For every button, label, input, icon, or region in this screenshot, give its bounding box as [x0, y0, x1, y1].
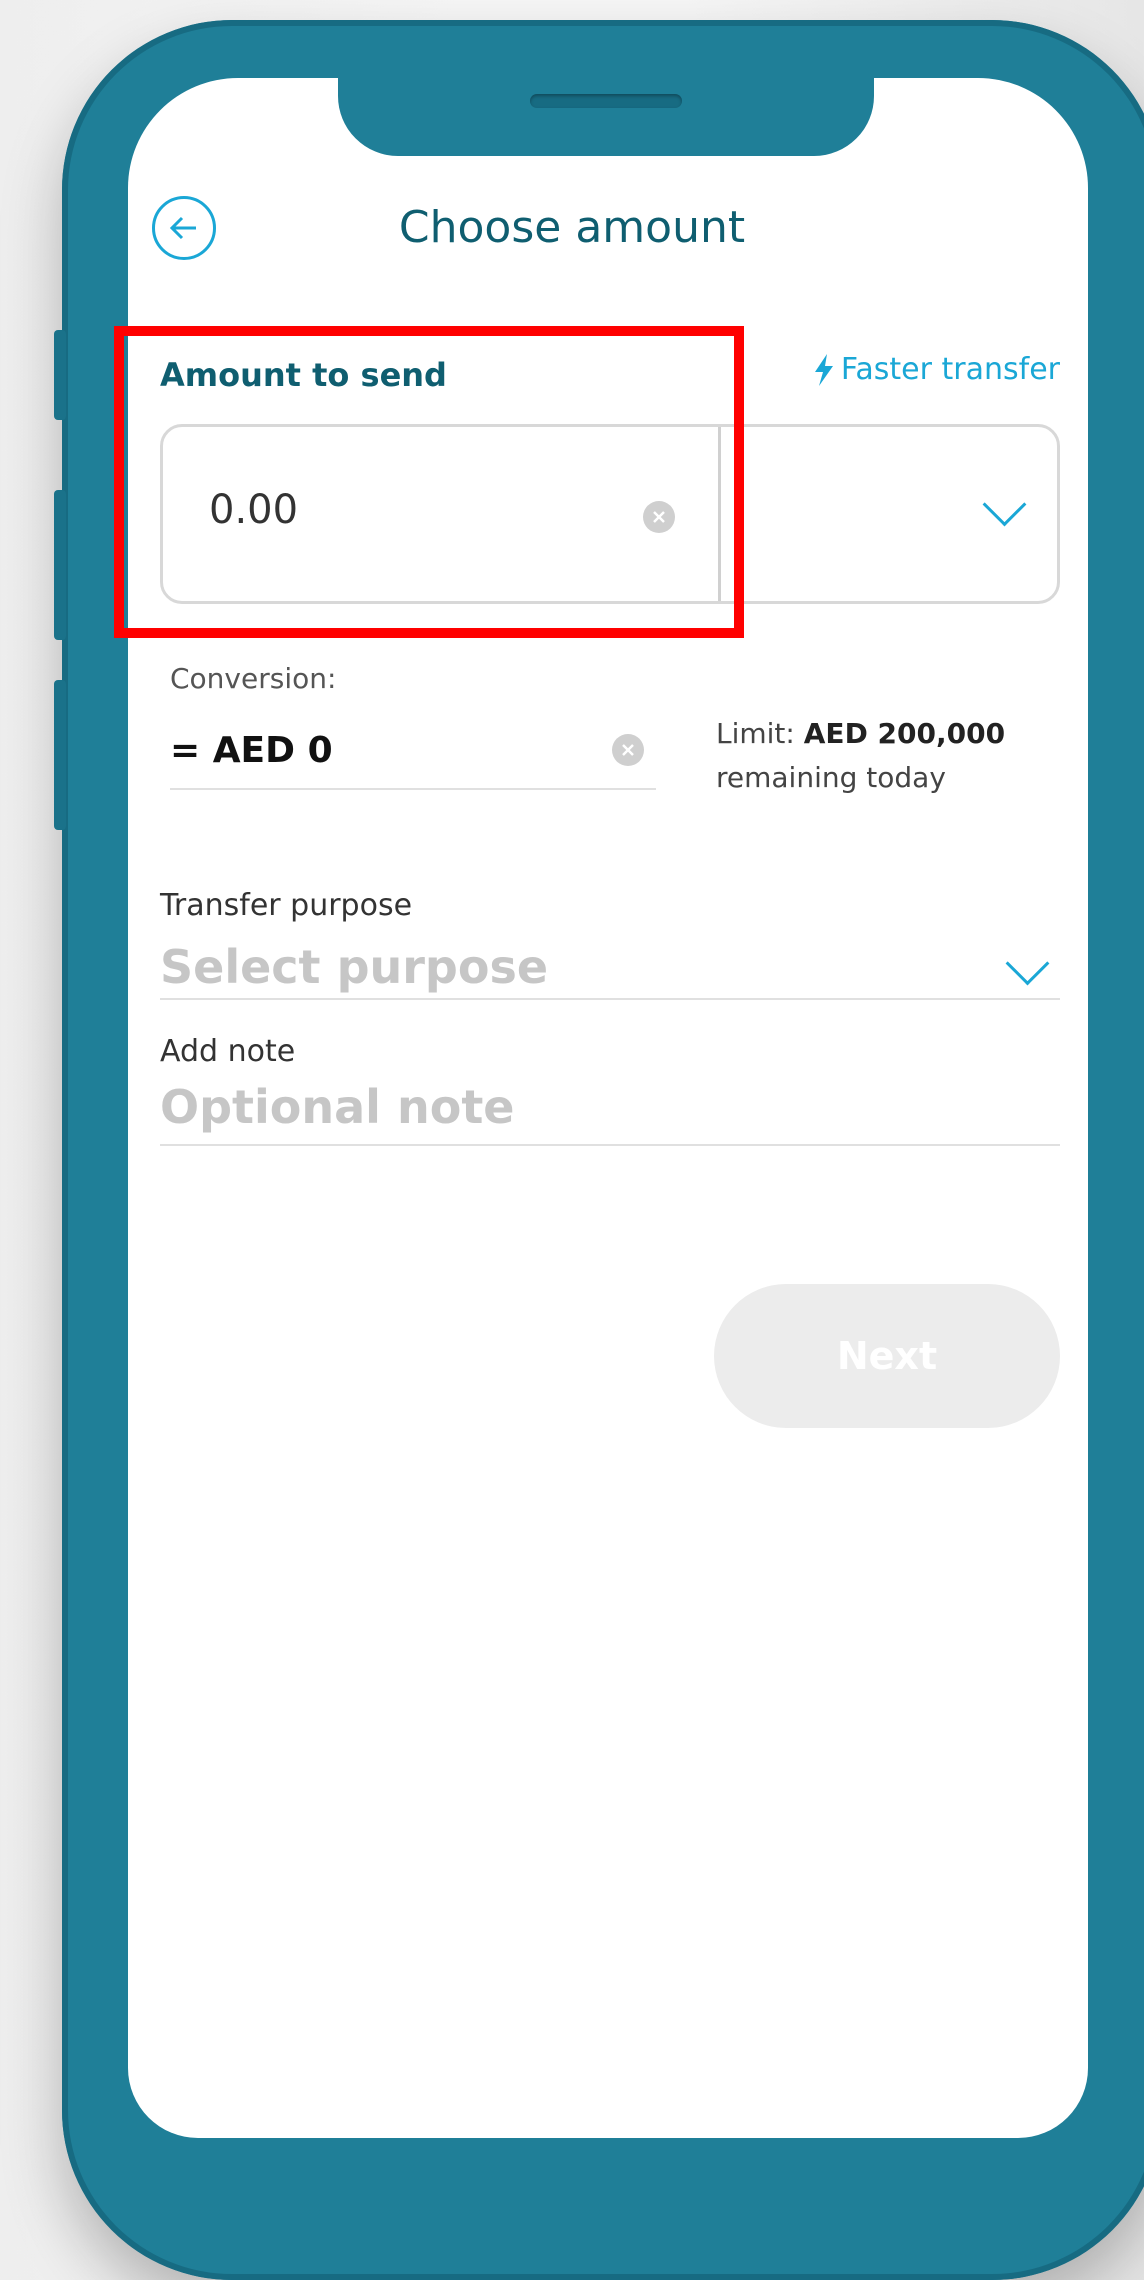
note-input[interactable]: Optional note	[160, 1080, 515, 1134]
phone-speaker	[530, 94, 682, 108]
lightning-icon	[814, 353, 833, 386]
limit-suffix: remaining today	[716, 761, 946, 794]
purpose-underline	[160, 998, 1060, 1000]
next-button[interactable]: Next	[714, 1284, 1060, 1428]
limit-prefix: Limit:	[716, 717, 795, 750]
faster-transfer-label: Faster transfer	[840, 352, 1060, 387]
currency-dropdown-chevron-icon[interactable]	[982, 482, 1027, 527]
clear-conversion-icon[interactable]	[612, 734, 644, 766]
conversion-value: = AED 0	[170, 730, 333, 771]
limit-info: Limit: AED 200,000 remaining today	[716, 712, 1005, 800]
phone-notch	[338, 78, 874, 156]
purpose-label: Transfer purpose	[160, 888, 413, 923]
limit-amount: AED 200,000	[803, 717, 1006, 750]
phone-side-button	[54, 330, 66, 420]
purpose-select[interactable]: Select purpose	[160, 940, 548, 994]
note-underline	[160, 1144, 1060, 1146]
highlight-box	[114, 326, 744, 638]
note-label: Add note	[160, 1034, 296, 1069]
phone-side-button	[54, 680, 66, 830]
page-title: Choose amount	[398, 202, 746, 253]
conversion-underline	[170, 788, 656, 790]
phone-side-button	[54, 490, 66, 640]
conversion-label: Conversion:	[170, 662, 337, 695]
faster-transfer-link[interactable]: Faster transfer	[813, 352, 1060, 387]
